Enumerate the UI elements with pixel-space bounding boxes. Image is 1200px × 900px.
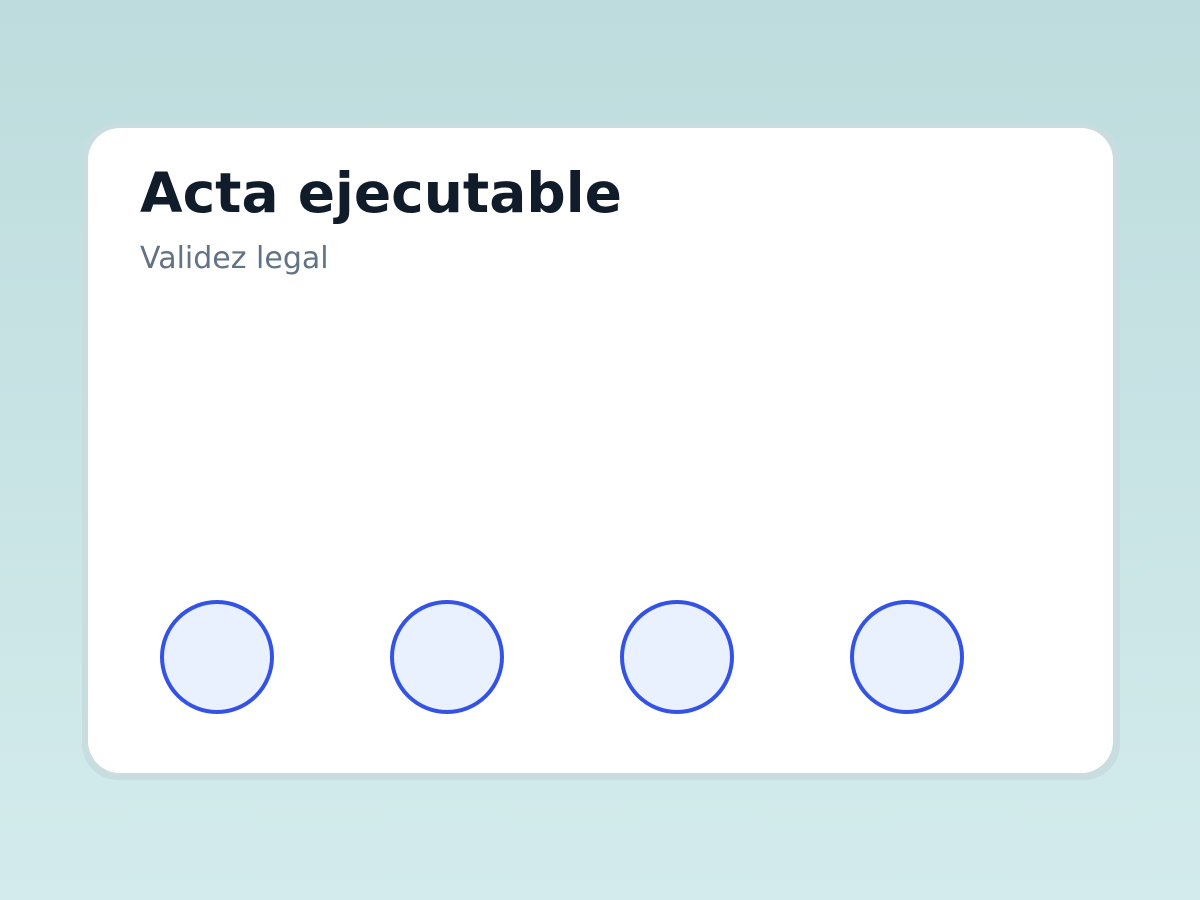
card-title: Acta ejecutable xyxy=(140,161,622,225)
card-subtitle: Validez legal xyxy=(140,241,329,276)
step-circle-1[interactable] xyxy=(160,600,274,714)
step-circle-4[interactable] xyxy=(850,600,964,714)
step-circle-3[interactable] xyxy=(620,600,734,714)
step-circle-2[interactable] xyxy=(390,600,504,714)
step-indicators xyxy=(160,600,1060,720)
info-card: Acta ejecutable Validez legal xyxy=(88,128,1113,773)
